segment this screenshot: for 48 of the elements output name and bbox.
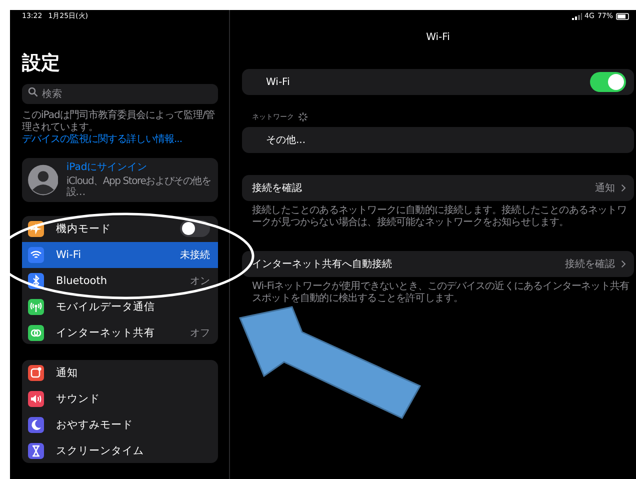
setting-label: インターネット共有へ自動接続 xyxy=(252,258,393,271)
item-label: 通知 xyxy=(56,366,79,380)
settings-item[interactable]: モバイルデータ通信 xyxy=(22,294,218,320)
chevron-icon xyxy=(621,184,626,192)
settings-item[interactable]: サウンド xyxy=(22,386,218,412)
other-network-row[interactable]: その他... xyxy=(242,127,634,153)
managed-note: このiPadは門司市教育委員会によって監理/管理されています。 デバイスの監視に関する詳しい情報... xyxy=(22,110,216,146)
item-label: サウンド xyxy=(56,392,101,406)
settings-title: 設定 xyxy=(22,50,61,76)
monitoring-info-link[interactable]: デバイスの監視に関する詳しい情報... xyxy=(22,134,182,145)
wifi-page-title: Wi-Fi xyxy=(425,32,451,43)
setting-value: 通知 xyxy=(595,182,615,195)
item-label: スクリーンタイム xyxy=(56,444,145,458)
battery-icon xyxy=(616,12,630,20)
settings-item[interactable]: インターネット共有 オフ xyxy=(22,320,218,344)
setting-row[interactable]: 接続を確認 通知 xyxy=(242,175,634,201)
account-card[interactable]: iPadにサインイン iCloud、App Storeおよびその他を設… xyxy=(22,158,218,202)
item-value: 未接続 xyxy=(180,248,210,262)
setting-value: 接続を確認 xyxy=(565,258,615,271)
chevron-icon xyxy=(621,260,626,268)
wifi-label: Wi-Fi xyxy=(265,76,291,88)
setting-row[interactable]: インターネット共有へ自動接続 接続を確認 xyxy=(242,251,634,277)
item-label: Bluetooth xyxy=(56,274,108,287)
signal-icon xyxy=(572,12,582,20)
search-field[interactable]: 検索 xyxy=(22,84,218,104)
item-label: おやすみモード xyxy=(56,418,134,432)
settings-item[interactable]: Bluetooth オン xyxy=(22,268,218,294)
settings-item[interactable]: おやすみモード xyxy=(22,412,218,438)
loading-spinner-icon xyxy=(298,112,308,122)
settings-item[interactable]: 機内モード xyxy=(22,216,218,242)
item-value: オン xyxy=(190,274,210,288)
item-label: モバイルデータ通信 xyxy=(56,300,156,314)
other-network-label: その他... xyxy=(265,134,307,147)
wifi-toggle[interactable] xyxy=(590,72,626,92)
avatar-icon xyxy=(28,162,58,197)
item-label: 機内モード xyxy=(56,222,112,236)
settings-item[interactable]: スクリーンタイム xyxy=(22,438,218,464)
settings-item[interactable]: 通知 xyxy=(22,360,218,386)
item-label: インターネット共有 xyxy=(56,326,156,340)
item-value: オフ xyxy=(190,326,210,340)
airplane-mode-toggle[interactable] xyxy=(180,220,210,238)
setting-description: 接続したことのあるネットワークに自動的に接続します。接続したことのあるネットワークが見つからない場合は、接続可能なネットワークをお知らせします。 xyxy=(252,205,628,229)
settings-item[interactable]: Wi-Fi 未接続 xyxy=(22,242,218,268)
item-label: Wi-Fi xyxy=(56,248,82,261)
sign-in-subtitle: iCloud、App Storeおよびその他を設… xyxy=(66,176,212,198)
sign-in-title: iPadにサインイン xyxy=(66,162,148,174)
setting-description: Wi-Fiネットワークが使用できないとき、このデバイスの近くにあるインターネット共有スポットを自動的に検出することを許可します。 xyxy=(252,281,630,305)
setting-label: 接続を確認 xyxy=(252,182,303,195)
